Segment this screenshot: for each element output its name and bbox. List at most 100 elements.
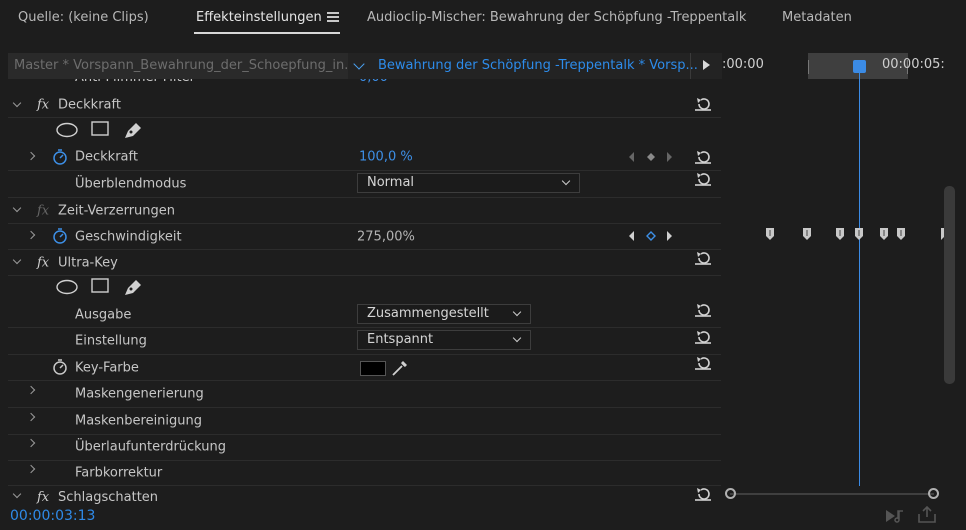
rectangle-mask-icon[interactable]	[91, 121, 109, 137]
sequence-clip-selector-top[interactable]: Bewahrung der Schöpfung -Treppentalk * V…	[378, 53, 698, 79]
effect-drop-shadow-header[interactable]: fx Schlagschatten	[8, 486, 721, 504]
group-label: Farbkorrektur	[75, 465, 163, 480]
effect-title: Zeit-Verzerrungen	[58, 203, 176, 218]
property-output: Ausgabe Zusammengestellt	[8, 302, 721, 328]
mask-tools-row	[8, 117, 721, 143]
eyedropper-icon[interactable]	[390, 358, 410, 378]
divider	[690, 53, 691, 79]
expand-chevron-icon[interactable]	[26, 464, 36, 474]
collapse-chevron-icon[interactable]	[12, 255, 22, 265]
group-matte-generation[interactable]: Maskengenerierung	[8, 381, 721, 408]
current-timecode[interactable]: 00:00:03:13	[10, 508, 95, 524]
expand-chevron-icon[interactable]	[26, 438, 36, 448]
property-key-color: Key-Farbe	[8, 355, 721, 381]
output-dropdown[interactable]: Zusammengestellt	[357, 304, 531, 324]
reset-icon[interactable]	[694, 149, 712, 165]
master-clip-selector-top[interactable]: Master * Vorspann_Bewahrung_der_Schoepfu…	[8, 53, 348, 79]
vertical-scrollbar[interactable]	[944, 186, 955, 384]
reset-icon[interactable]	[694, 329, 712, 345]
property-speed: Geschwindigkeit 275,00%	[8, 224, 721, 250]
effect-ultra-key-header[interactable]: fx Ultra-Key	[8, 250, 721, 276]
output-value: Zusammengestellt	[367, 306, 489, 321]
group-matte-cleanup[interactable]: Maskenbereinigung	[8, 408, 721, 435]
ellipse-mask-icon[interactable]	[56, 122, 78, 138]
property-opacity: Deckkraft 100,0 %	[8, 144, 721, 171]
rectangle-mask-icon[interactable]	[91, 278, 109, 294]
pen-mask-icon[interactable]	[122, 120, 144, 140]
zoom-handle-right[interactable]	[928, 488, 939, 499]
tab-source[interactable]: Quelle: (keine Clips)	[18, 10, 149, 25]
reset-icon[interactable]	[694, 486, 712, 502]
fx-icon[interactable]: fx	[37, 203, 49, 218]
stopwatch-icon[interactable]	[52, 358, 68, 375]
work-area-start-marker[interactable]	[808, 60, 809, 74]
group-label: Überlaufunterdrückung	[75, 439, 227, 455]
setting-label: Einstellung	[75, 333, 147, 349]
collapse-chevron-icon[interactable]	[12, 98, 22, 108]
blend-mode-label: Überblendmodus	[75, 176, 187, 192]
panel-tab-bar: Quelle: (keine Clips) Effekteinstellunge…	[0, 0, 966, 38]
footer-bar	[0, 504, 966, 530]
effect-title: Ultra-Key	[58, 255, 118, 270]
property-setting: Einstellung Entspannt	[8, 328, 721, 355]
expand-chevron-icon[interactable]	[26, 230, 36, 240]
output-label: Ausgabe	[75, 307, 132, 322]
effect-title: Schlagschatten	[58, 490, 159, 504]
panel-menu-icon[interactable]	[327, 12, 339, 22]
key-color-label: Key-Farbe	[75, 360, 139, 375]
tab-metadata[interactable]: Metadaten	[782, 10, 852, 25]
horizontal-zoom-scrollbar[interactable]	[730, 493, 934, 495]
reset-icon[interactable]	[694, 302, 712, 318]
reset-icon[interactable]	[694, 171, 712, 187]
reset-icon[interactable]	[694, 96, 712, 112]
active-tab-indicator	[194, 32, 340, 34]
ruler-end-time: 00:00:05:	[882, 57, 945, 72]
playhead-line	[859, 73, 860, 486]
stopwatch-icon[interactable]	[52, 148, 68, 165]
expand-chevron-icon[interactable]	[26, 385, 36, 395]
reset-icon[interactable]	[694, 355, 712, 371]
reset-icon[interactable]	[694, 250, 712, 266]
fx-icon[interactable]: fx	[37, 255, 49, 270]
zoom-handle-left[interactable]	[725, 488, 736, 499]
opacity-label: Deckkraft	[75, 149, 138, 165]
chevron-down-icon	[561, 176, 571, 186]
group-label: Maskenbereinigung	[75, 413, 203, 429]
group-color-correction[interactable]: Farbkorrektur	[8, 460, 721, 486]
keyframe-navigator[interactable]	[628, 150, 688, 164]
group-label: Maskengenerierung	[75, 386, 204, 402]
chevron-down-icon	[512, 333, 522, 343]
effect-opacity-header[interactable]: fx Deckkraft	[8, 92, 721, 118]
tab-effect-controls[interactable]: Effekteinstellungen	[196, 10, 322, 25]
export-icon[interactable]	[917, 506, 937, 524]
blend-mode-dropdown[interactable]: Normal	[357, 173, 580, 193]
ellipse-mask-icon[interactable]	[56, 279, 78, 295]
show-timeline-arrow-icon[interactable]	[703, 60, 710, 70]
ruler-start-time: :00:00	[722, 57, 764, 72]
play-audio-icon[interactable]	[884, 508, 906, 524]
chevron-down-icon	[512, 307, 522, 317]
speed-value[interactable]: 275,00%	[357, 229, 415, 244]
tab-audio-clip-mixer[interactable]: Audioclip-Mischer: Bewahrung der Schöpfu…	[367, 10, 746, 25]
speed-label: Geschwindigkeit	[75, 229, 182, 244]
speed-keyframe-track	[766, 228, 944, 240]
group-spill-suppression[interactable]: Überlaufunterdrückung	[8, 434, 721, 461]
property-blend-mode: Überblendmodus Normal	[8, 171, 721, 198]
pen-mask-icon[interactable]	[122, 277, 144, 297]
effect-time-remapping-header[interactable]: fx Zeit-Verzerrungen	[8, 198, 721, 224]
key-color-swatch[interactable]	[360, 361, 386, 376]
blend-mode-value: Normal	[367, 175, 415, 190]
stopwatch-icon[interactable]	[52, 227, 68, 244]
fx-icon[interactable]: fx	[37, 97, 49, 112]
keyframe-navigator[interactable]	[628, 229, 688, 243]
opacity-value[interactable]: 100,0 %	[359, 150, 413, 165]
mask-tools-row	[8, 275, 721, 301]
expand-chevron-icon[interactable]	[26, 412, 36, 422]
collapse-chevron-icon[interactable]	[12, 489, 22, 499]
playhead-handle[interactable]	[853, 60, 866, 73]
setting-dropdown[interactable]: Entspannt	[357, 330, 531, 350]
expand-chevron-icon[interactable]	[26, 151, 36, 161]
collapse-chevron-icon[interactable]	[12, 203, 22, 213]
setting-value: Entspannt	[367, 332, 434, 347]
fx-icon[interactable]: fx	[37, 490, 49, 504]
